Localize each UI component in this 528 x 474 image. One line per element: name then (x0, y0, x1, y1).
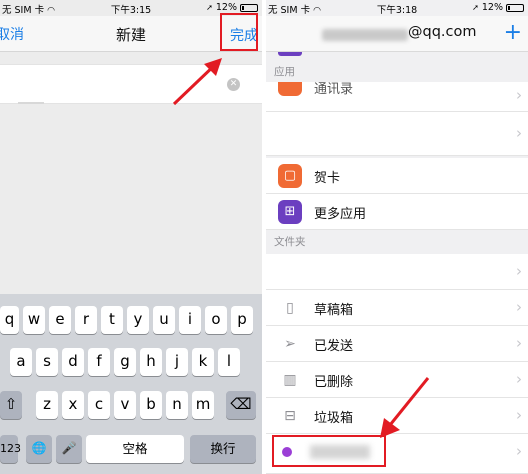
key-j[interactable]: j (166, 348, 188, 376)
location-icon: ➚ (206, 3, 213, 12)
grid-icon: ⊞ (278, 200, 302, 224)
card-icon: ▢ (278, 164, 302, 188)
app-item[interactable]: › (266, 112, 528, 156)
folder-item-label: 已发送 (314, 339, 354, 354)
key-l[interactable]: l (218, 348, 240, 376)
return-key[interactable]: 换行 (190, 435, 256, 463)
highlight-box-done (220, 13, 258, 51)
space-key[interactable]: 空格 (86, 435, 184, 463)
app-item-label: 通讯录 (314, 82, 354, 97)
mailbox-navbar: @qq.com + (266, 16, 528, 52)
key-k[interactable]: k (192, 348, 214, 376)
key-i[interactable]: i (179, 306, 201, 334)
chevron-right-icon: › (516, 370, 522, 388)
key-y[interactable]: y (127, 306, 149, 334)
app-item-label: 贺卡 (314, 171, 341, 186)
app-item-more-apps[interactable]: ⊞ 更多应用 (266, 194, 528, 230)
folder-item-sent[interactable]: ➢ 已发送 › (266, 326, 528, 362)
location-icon: ➚ (472, 3, 479, 12)
archive-box-glyph: ⊟ (284, 408, 296, 424)
contacts-icon (278, 82, 302, 96)
app-item-greeting-card[interactable]: ▢ 贺卡 (266, 158, 528, 194)
key-q[interactable]: q (0, 306, 19, 334)
key-h[interactable]: h (140, 348, 162, 376)
section-header-folders: 文件夹 (266, 232, 528, 252)
highlight-box-new-folder (272, 435, 386, 467)
add-button[interactable]: + (504, 20, 522, 45)
key-s[interactable]: s (36, 348, 58, 376)
chevron-right-icon: › (516, 406, 522, 424)
document-glyph: ▯ (286, 300, 294, 316)
keyboard: q w e r t y u i o p a s d f g h j k l ⇧ … (0, 294, 262, 474)
chevron-right-icon: › (516, 298, 522, 316)
folder-name-input[interactable]: ✕ (0, 64, 262, 104)
key-t[interactable]: t (101, 306, 123, 334)
key-c[interactable]: c (88, 391, 110, 419)
grid-glyph: ⊞ (284, 204, 296, 219)
shift-key[interactable]: ⇧ (0, 391, 22, 419)
account-email[interactable]: @qq.com (408, 24, 477, 40)
folder-item-junk[interactable]: ⊟ 垃圾箱 › (266, 398, 528, 434)
paper-plane-glyph: ➢ (284, 336, 296, 352)
key-e[interactable]: e (49, 306, 71, 334)
partial-app-icon (278, 52, 302, 56)
key-w[interactable]: w (23, 306, 45, 334)
key-g[interactable]: g (114, 348, 136, 376)
card-glyph: ▢ (283, 168, 297, 183)
folder-item-deleted[interactable]: ▥ 已删除 › (266, 362, 528, 398)
text-cursor (18, 102, 44, 104)
section-header-apps: 应用 (266, 62, 528, 82)
chevron-right-icon: › (516, 334, 522, 352)
key-f[interactable]: f (88, 348, 110, 376)
key-n[interactable]: n (166, 391, 188, 419)
key-x[interactable]: x (62, 391, 84, 419)
clear-icon[interactable]: ✕ (227, 78, 240, 91)
archive-box-icon: ⊟ (278, 404, 302, 428)
chevron-right-icon: › (516, 262, 522, 280)
key-d[interactable]: d (62, 348, 84, 376)
trash-glyph: ▥ (283, 372, 297, 388)
app-item-label: 更多应用 (314, 207, 367, 222)
battery-indicator: ➚ 12% (206, 2, 258, 13)
key-m[interactable]: m (192, 391, 214, 419)
battery-icon (240, 3, 258, 12)
folder-item-label: 垃圾箱 (314, 411, 354, 426)
chevron-right-icon: › (516, 86, 522, 104)
status-bar: 无 SIM 卡 ◠ 下午3:18 ➚ 12% (266, 0, 528, 16)
battery-percent: 12% (481, 2, 503, 13)
mailbox-screen: 无 SIM 卡 ◠ 下午3:18 ➚ 12% @qq.com + 应用 通讯录 … (266, 0, 528, 474)
key-p[interactable]: p (231, 306, 253, 334)
key-o[interactable]: o (205, 306, 227, 334)
delete-key[interactable]: ⌫ (226, 391, 256, 419)
folder-item-drafts[interactable]: ▯ 草稿箱 › (266, 290, 528, 326)
paper-plane-icon: ➢ (278, 332, 302, 356)
folder-item[interactable]: › (266, 254, 528, 290)
redacted-email-user (322, 29, 408, 41)
chevron-right-icon: › (516, 124, 522, 142)
chevron-right-icon: › (516, 442, 522, 460)
folder-item-label: 已删除 (314, 375, 354, 390)
compose-screen: 无 SIM 卡 ◠ 下午3:15 ➚ 12% 取消 新建 完成 ✕ q w e … (0, 0, 262, 474)
folder-item-label: 草稿箱 (314, 303, 354, 318)
trash-icon: ▥ (278, 368, 302, 392)
globe-icon[interactable]: 🌐 (26, 435, 52, 463)
battery-indicator: ➚ 12% (472, 2, 524, 13)
key-a[interactable]: a (10, 348, 32, 376)
key-z[interactable]: z (36, 391, 58, 419)
app-item-contacts[interactable]: 通讯录 › (266, 82, 528, 112)
battery-icon (506, 3, 524, 12)
key-u[interactable]: u (153, 306, 175, 334)
numbers-key[interactable]: 123 (0, 435, 21, 463)
battery-percent: 12% (215, 2, 237, 13)
key-v[interactable]: v (114, 391, 136, 419)
document-icon: ▯ (278, 296, 302, 320)
key-b[interactable]: b (140, 391, 162, 419)
key-r[interactable]: r (75, 306, 97, 334)
microphone-icon[interactable]: 🎤 (56, 435, 82, 463)
